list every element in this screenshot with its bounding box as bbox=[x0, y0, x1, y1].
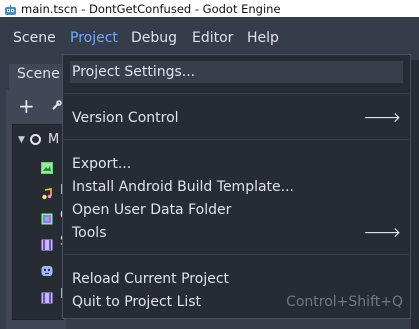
godot-logo-icon bbox=[4, 2, 17, 15]
animated-sprite-icon bbox=[41, 289, 53, 304]
menu-scene[interactable]: Scene bbox=[13, 30, 56, 46]
menu-item-label: Project Settings... bbox=[72, 64, 196, 80]
menu-item-install-android-template[interactable]: Install Android Build Template... bbox=[70, 176, 403, 198]
menu-item-version-control[interactable]: Version Control 🡒 bbox=[70, 107, 403, 129]
menu-item-project-settings[interactable]: Project Settings... bbox=[70, 61, 403, 83]
window-titlebar: main.tscn - DontGetConfused - Godot Engi… bbox=[0, 0, 419, 17]
menu-item-label: Export... bbox=[72, 156, 132, 172]
menu-project[interactable]: Project bbox=[70, 30, 118, 46]
menu-item-label: Tools bbox=[72, 225, 107, 241]
sprite-face-icon bbox=[41, 262, 53, 276]
menu-item-label: Open User Data Folder bbox=[72, 202, 232, 218]
add-node-button[interactable]: + bbox=[18, 96, 35, 116]
node-root-icon bbox=[30, 134, 41, 145]
menu-item-shortcut: Control+Shift+Q bbox=[286, 294, 403, 310]
menu-item-open-user-data-folder[interactable]: Open User Data Folder bbox=[70, 199, 403, 221]
menu-editor[interactable]: Editor bbox=[192, 30, 233, 46]
menu-item-label: Install Android Build Template... bbox=[72, 179, 294, 195]
menu-separator bbox=[64, 139, 409, 140]
menu-separator bbox=[64, 93, 409, 94]
scene-dock-tab-label: Scene bbox=[17, 66, 60, 82]
menu-item-label: Reload Current Project bbox=[72, 271, 230, 287]
menu-item-quit-to-project-list[interactable]: Quit to Project List Control+Shift+Q bbox=[70, 291, 403, 313]
animated-sprite-icon bbox=[41, 236, 53, 251]
tree-root-label[interactable]: M bbox=[48, 132, 59, 147]
menu-item-tools[interactable]: Tools 🡒 bbox=[70, 222, 403, 244]
menu-item-label: Version Control bbox=[72, 110, 179, 126]
sprite-icon bbox=[41, 159, 53, 174]
menu-help[interactable]: Help bbox=[247, 30, 279, 46]
menu-item-reload-current-project[interactable]: Reload Current Project bbox=[70, 268, 403, 290]
project-menu-popup: Project Settings... Version Control 🡒 Ex… bbox=[62, 54, 411, 319]
menu-item-export[interactable]: Export... bbox=[70, 153, 403, 175]
scene-tree[interactable] bbox=[12, 124, 64, 320]
audio-icon bbox=[41, 185, 53, 200]
window-title: main.tscn - DontGetConfused - Godot Engi… bbox=[21, 1, 281, 16]
tree-collapse-arrow-icon[interactable]: ▼ bbox=[18, 135, 25, 145]
texture-rect-icon bbox=[41, 210, 53, 225]
main-viewport-edge bbox=[411, 60, 419, 329]
link-icon[interactable] bbox=[50, 98, 62, 112]
menu-debug[interactable]: Debug bbox=[131, 30, 177, 46]
menu-item-label: Quit to Project List bbox=[72, 294, 202, 310]
menu-separator bbox=[64, 254, 409, 255]
submenu-arrow-icon: 🡒 bbox=[363, 225, 401, 241]
submenu-arrow-icon: 🡒 bbox=[363, 110, 401, 126]
